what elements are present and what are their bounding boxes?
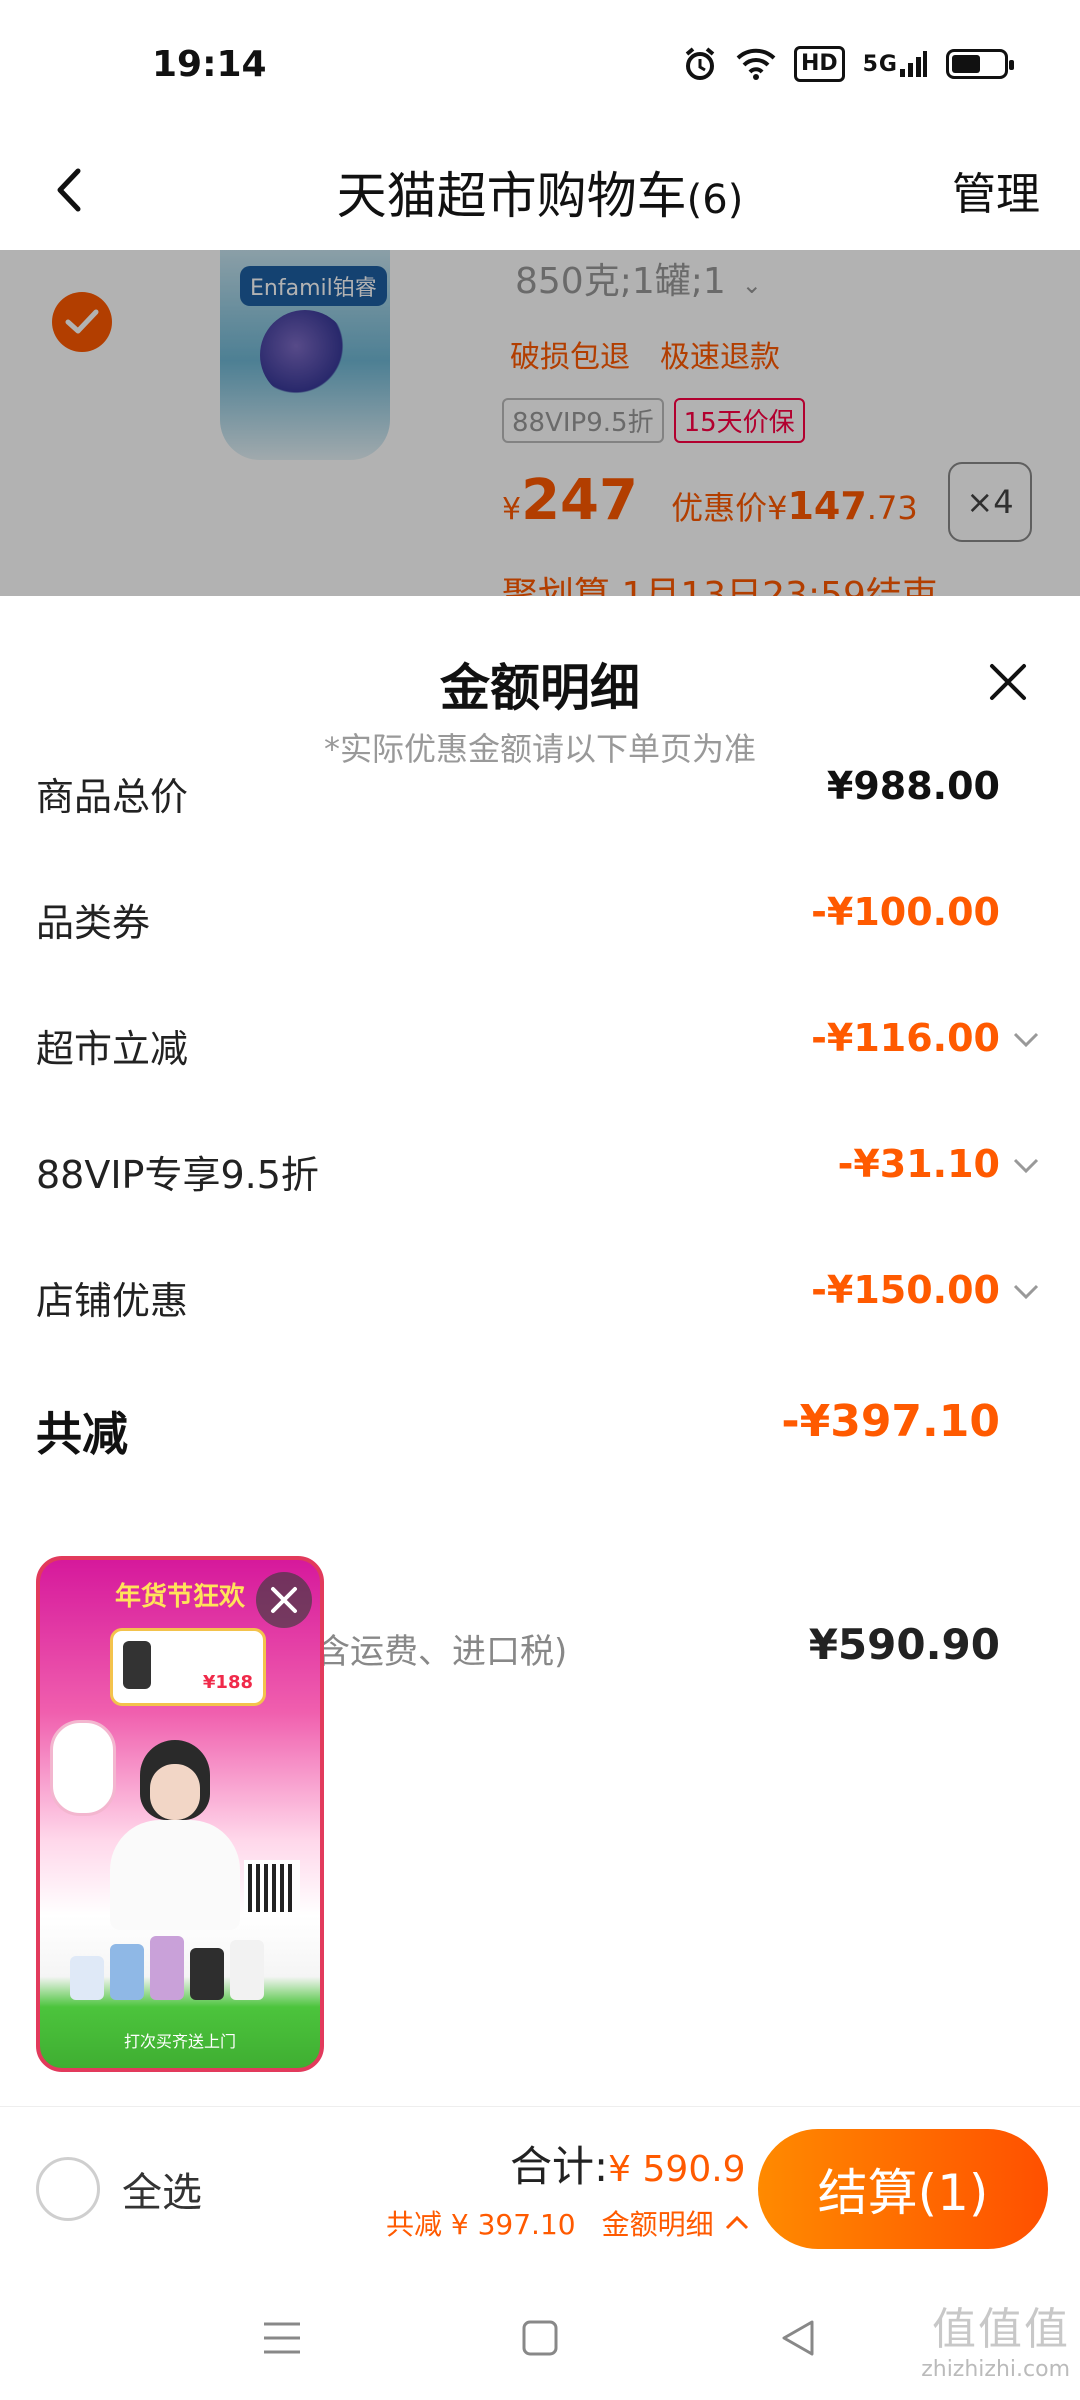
presenter-face <box>150 1764 200 1820</box>
final-price-value: ¥590.90 <box>808 1620 1000 1669</box>
status-bar: 19:14 HD 5G <box>0 0 1080 130</box>
row-value: -¥150.00 <box>811 1268 1000 1312</box>
chevron-down-icon[interactable] <box>1008 1272 1044 1312</box>
chevron-down-icon[interactable] <box>1008 1020 1044 1060</box>
menu-nav-button[interactable] <box>252 2308 312 2368</box>
5g-signal-icon: 5G <box>863 44 928 84</box>
total-amount: ¥ 590.9 <box>608 2149 746 2190</box>
can-image <box>230 1940 264 2000</box>
checkout-button[interactable]: 结算(1) <box>758 2129 1048 2249</box>
row-store-discount[interactable]: 店铺优惠 -¥150.00 <box>36 1260 1044 1330</box>
ad-product-cans <box>70 1936 264 2000</box>
row-total-saved: 共减 -¥397.10 <box>36 1388 1044 1461</box>
manage-button[interactable]: 管理 <box>952 158 1040 222</box>
can-image <box>110 1944 144 2000</box>
clock: 19:14 <box>152 44 267 85</box>
back-triangle-icon <box>782 2320 814 2356</box>
row-label: 超市立减 <box>36 1027 189 1071</box>
ad-close-button[interactable] <box>256 1572 312 1628</box>
home-square-icon <box>522 2320 558 2356</box>
cart-count: (6) <box>686 177 744 223</box>
ad-product-card[interactable]: ¥188 <box>110 1628 266 1706</box>
row-value: -¥116.00 <box>811 1016 1000 1060</box>
close-button[interactable] <box>980 654 1036 710</box>
row-vip-discount[interactable]: 88VIP专享9.5折 -¥31.10 <box>36 1134 1044 1204</box>
battery-icon <box>946 49 1014 79</box>
sheet-title: 金额明细 <box>440 659 640 717</box>
title-bar: 天猫超市购物车(6) 管理 <box>0 130 1080 250</box>
chevron-down-icon[interactable] <box>1008 1146 1044 1186</box>
can-image <box>190 1948 224 2000</box>
site-watermark: 值值值 zhizhizhi.com <box>921 2293 1070 2382</box>
amount-detail-toggle[interactable]: 金额明细 <box>602 2203 750 2243</box>
ad-product-price: ¥188 <box>202 1672 253 1693</box>
status-icons: HD 5G <box>682 44 1014 84</box>
system-nav-bar: 值值值 zhizhizhi.com <box>0 2282 1080 2400</box>
network-type: 5G <box>862 51 898 77</box>
row-value: -¥31.10 <box>837 1142 1000 1186</box>
wifi-icon <box>736 44 776 84</box>
row-value: -¥397.10 <box>781 1396 1000 1447</box>
row-label: 商品总价 <box>36 775 189 819</box>
bunny-decoration <box>50 1720 116 1816</box>
menu-icon <box>264 2322 300 2354</box>
checkout-bar: 全选 合计:¥ 590.9 共减 ¥ 397.10 金额明细 结算(1) <box>0 2106 1080 2283</box>
select-all-label: 全选 <box>122 2170 202 2216</box>
can-image <box>70 1956 104 2000</box>
total-prefix: 合计: <box>510 2142 609 2191</box>
hd-icon: HD <box>793 46 845 82</box>
select-all[interactable]: 全选 <box>36 2157 202 2221</box>
row-goods-total: 商品总价 ¥988.00 <box>36 756 1044 826</box>
saved-summary: 共减 ¥ 397.10 金额明细 <box>386 2203 750 2243</box>
amount-detail-label: 金额明细 <box>601 2208 714 2241</box>
row-market-discount[interactable]: 超市立减 -¥116.00 <box>36 1008 1044 1078</box>
row-value: ¥988.00 <box>826 764 1000 808</box>
row-category-coupon: 品类券 -¥100.00 <box>36 882 1044 952</box>
final-price-note: 含运费、进口税) <box>316 1632 568 1672</box>
order-total: 合计:¥ 590.9 <box>510 2133 746 2194</box>
dim-overlay[interactable] <box>0 250 1080 596</box>
home-nav-button[interactable] <box>510 2308 570 2368</box>
floating-live-ad[interactable]: 年货节狂欢 ¥188 打次买齐送上门 <box>36 1556 324 2072</box>
select-all-radio[interactable] <box>36 2157 100 2221</box>
row-label: 共减 <box>36 1407 128 1461</box>
alarm-icon <box>682 44 718 84</box>
ad-presenter-image <box>110 1740 240 1930</box>
row-label: 店铺优惠 <box>36 1279 189 1323</box>
chevron-up-icon <box>725 2215 748 2230</box>
can-image <box>150 1936 184 2000</box>
presenter-body <box>110 1820 240 1930</box>
row-label: 88VIP专享9.5折 <box>36 1153 319 1197</box>
row-value: -¥100.00 <box>811 890 1000 934</box>
page-title: 天猫超市购物车(6) <box>0 156 1080 228</box>
qr-code-icon <box>244 1860 300 1916</box>
back-nav-button[interactable] <box>768 2308 828 2368</box>
ad-footer-text: 打次买齐送上门 <box>123 2032 236 2051</box>
close-icon <box>271 1587 297 1613</box>
saved-amount: 共减 ¥ 397.10 <box>386 2208 576 2241</box>
ad-product-image <box>123 1641 151 1689</box>
close-icon <box>990 664 1026 700</box>
battery-level <box>952 55 980 73</box>
row-label: 品类券 <box>36 901 151 945</box>
watermark-url: zhizhizhi.com <box>921 2357 1070 2382</box>
page-title-text: 天猫超市购物车 <box>336 167 687 225</box>
watermark-logo: 值值值 <box>932 2304 1070 2355</box>
